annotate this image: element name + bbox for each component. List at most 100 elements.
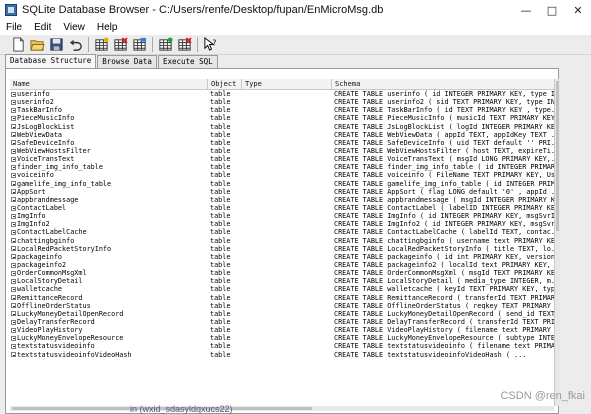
- table-row[interactable]: textstatusvideoinfo table CREATE TABLE tex…: [10, 342, 554, 350]
- expand-icon[interactable]: [11, 115, 16, 121]
- expand-icon[interactable]: [11, 99, 16, 105]
- table-row[interactable]: userinfo table CREATE TABLE userinfo ( id …: [10, 90, 554, 98]
- table-row[interactable]: RemittanceRecord table CREATE TABLE Remitt…: [10, 294, 554, 302]
- expand-icon[interactable]: [11, 303, 16, 309]
- column-header-name[interactable]: Name: [10, 79, 208, 89]
- table-row[interactable]: walletcache table CREATE TABLE walletcache…: [10, 285, 554, 293]
- expand-icon[interactable]: [11, 319, 16, 325]
- table-row[interactable]: WebViewHostsFilter table CREATE TABLE WebV…: [10, 147, 554, 155]
- row-type-cell: [242, 237, 332, 245]
- menu-help[interactable]: Help: [91, 22, 124, 33]
- column-header-type[interactable]: Type: [242, 79, 332, 89]
- expand-icon[interactable]: [11, 197, 16, 203]
- horizontal-scrollbar[interactable]: [10, 406, 554, 411]
- table-row[interactable]: OfflineOrderStatus table CREATE TABLE Offl…: [10, 302, 554, 310]
- close-button[interactable]: ✕: [565, 0, 591, 20]
- table-row[interactable]: ImgInfo table CREATE TABLE ImgInfo ( id IN…: [10, 212, 554, 220]
- expand-icon[interactable]: [11, 286, 16, 292]
- table-row[interactable]: packageinfo table CREATE TABLE packageinfo…: [10, 253, 554, 261]
- table-row[interactable]: LocalStoryDetail table CREATE TABLE LocalS…: [10, 277, 554, 285]
- column-header-object[interactable]: Object: [208, 79, 242, 89]
- expand-icon[interactable]: [11, 238, 16, 244]
- tab-browse-data[interactable]: Browse Data: [97, 55, 157, 68]
- row-name-cell: LocalStoryDetail: [10, 277, 208, 285]
- table-name: appbrandmessage: [17, 195, 79, 204]
- expand-icon[interactable]: [11, 124, 16, 130]
- expand-icon[interactable]: [11, 254, 16, 260]
- expand-icon[interactable]: [11, 343, 16, 349]
- expand-icon[interactable]: [11, 327, 16, 333]
- delete-index-icon[interactable]: [176, 37, 192, 53]
- expand-icon[interactable]: [11, 278, 16, 284]
- vertical-scroll-thumb[interactable]: [556, 81, 559, 231]
- save-database-icon[interactable]: [48, 37, 64, 53]
- table-row[interactable]: VoiceTransText table CREATE TABLE VoiceTra…: [10, 155, 554, 163]
- expand-icon[interactable]: [11, 181, 16, 187]
- table-row[interactable]: TaskBarInfo table CREATE TABLE TaskBarInfo…: [10, 106, 554, 114]
- table-row[interactable]: userinfo2 table CREATE TABLE userinfo2 ( s…: [10, 98, 554, 106]
- table-row[interactable]: chattingbginfo table CREATE TABLE chatting…: [10, 237, 554, 245]
- table-row[interactable]: gamelife_img_info_table table CREATE TABLE…: [10, 180, 554, 188]
- create-table-icon[interactable]: [93, 37, 109, 53]
- table-row[interactable]: finder_img_info_table table CREATE TABLE f…: [10, 163, 554, 171]
- expand-icon[interactable]: [11, 140, 16, 146]
- undo-icon[interactable]: [67, 37, 83, 53]
- create-index-icon[interactable]: [157, 37, 173, 53]
- delete-table-icon[interactable]: [112, 37, 128, 53]
- expand-icon[interactable]: [11, 91, 16, 97]
- tab-database-structure[interactable]: Database Structure: [5, 54, 97, 68]
- whats-this-icon[interactable]: ?: [202, 37, 218, 53]
- table-row[interactable]: LuckyMoneyEnvelopeResource table CREATE TA…: [10, 334, 554, 342]
- vertical-scrollbar[interactable]: [554, 79, 560, 406]
- column-header-schema[interactable]: Schema: [332, 79, 554, 89]
- modify-table-icon[interactable]: [131, 37, 147, 53]
- table-row[interactable]: VideoPlayHistory table CREATE TABLE VideoP…: [10, 326, 554, 334]
- table-row[interactable]: LuckyMoneyDetailOpenRecord table CREATE TA…: [10, 310, 554, 318]
- table-row[interactable]: WebViewData table CREATE TABLE WebViewData…: [10, 131, 554, 139]
- expand-icon[interactable]: [11, 311, 16, 317]
- expand-icon[interactable]: [11, 295, 16, 301]
- app-icon: [5, 4, 17, 16]
- maximize-button[interactable]: □: [539, 0, 565, 20]
- new-database-icon[interactable]: [10, 37, 26, 53]
- expand-icon[interactable]: [11, 189, 16, 195]
- expand-icon[interactable]: [11, 229, 16, 235]
- row-type-cell: [242, 114, 332, 122]
- expand-icon[interactable]: [11, 213, 16, 219]
- table-row[interactable]: voiceinfo table CREATE TABLE voiceinfo ( F…: [10, 171, 554, 179]
- table-row[interactable]: textstatusvideoinfoVideoHash table CREATE …: [10, 351, 554, 359]
- table-row[interactable]: ImgInfo2 table CREATE TABLE ImgInfo2 ( id …: [10, 220, 554, 228]
- expand-icon[interactable]: [11, 156, 16, 162]
- expand-icon[interactable]: [11, 262, 16, 268]
- open-database-icon[interactable]: [29, 37, 45, 53]
- expand-icon[interactable]: [11, 270, 16, 276]
- menu-file[interactable]: File: [0, 22, 28, 33]
- table-row[interactable]: DelayTransferRecord table CREATE TABLE Del…: [10, 318, 554, 326]
- expand-icon[interactable]: [11, 107, 16, 113]
- row-type-cell: [242, 261, 332, 269]
- expand-icon[interactable]: [11, 335, 16, 341]
- expand-icon[interactable]: [11, 352, 16, 358]
- table-row[interactable]: LocalRedPacketStoryInfo table CREATE TABLE…: [10, 245, 554, 253]
- row-name-cell: textstatusvideoinfo: [10, 342, 208, 350]
- expand-icon[interactable]: [11, 148, 16, 154]
- menu-edit[interactable]: Edit: [28, 22, 57, 33]
- table-row[interactable]: OrderCommonMsgXml table CREATE TABLE Order…: [10, 269, 554, 277]
- expand-icon[interactable]: [11, 132, 16, 138]
- expand-icon[interactable]: [11, 221, 16, 227]
- expand-icon[interactable]: [11, 164, 16, 170]
- table-row[interactable]: JsLogBlockList table CREATE TABLE JsLogBlo…: [10, 123, 554, 131]
- minimize-button[interactable]: —: [513, 0, 539, 20]
- expand-icon[interactable]: [11, 205, 16, 211]
- expand-icon[interactable]: [11, 246, 16, 252]
- table-row[interactable]: appbrandmessage table CREATE TABLE appbran…: [10, 196, 554, 204]
- expand-icon[interactable]: [11, 172, 16, 178]
- table-row[interactable]: SafeDeviceInfo table CREATE TABLE SafeDevi…: [10, 139, 554, 147]
- table-row[interactable]: ContactLabel table CREATE TABLE ContactLab…: [10, 204, 554, 212]
- table-row[interactable]: AppSort table CREATE TABLE AppSort ( flag …: [10, 188, 554, 196]
- tab-execute-sql[interactable]: Execute SQL: [157, 55, 218, 68]
- table-row[interactable]: PieceMusicInfo table CREATE TABLE PieceMus…: [10, 114, 554, 122]
- table-row[interactable]: packageinfo2 table CREATE TABLE packageinf…: [10, 261, 554, 269]
- table-row[interactable]: ContactLabelCache table CREATE TABLE Conta…: [10, 228, 554, 236]
- menu-view[interactable]: View: [57, 22, 91, 33]
